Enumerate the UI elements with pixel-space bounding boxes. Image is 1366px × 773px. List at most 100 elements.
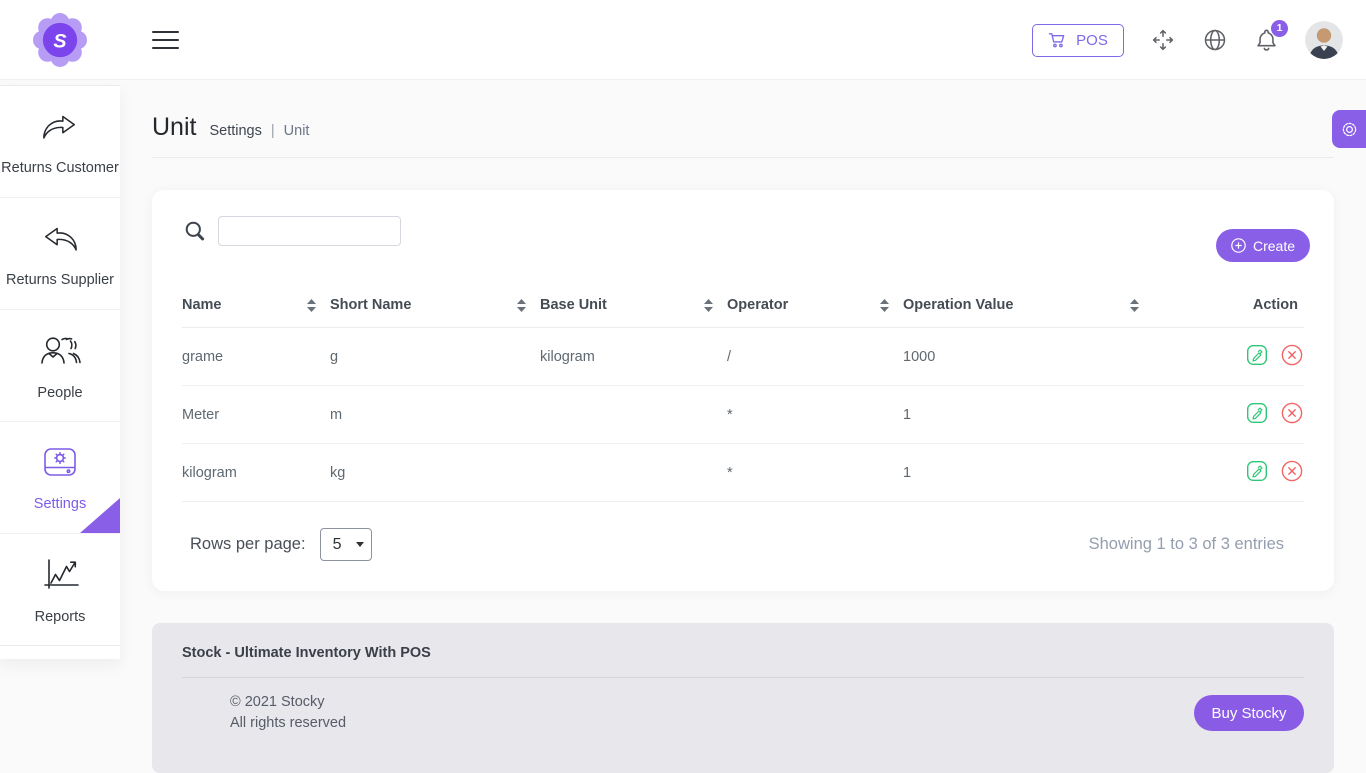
edit-pencil-icon xyxy=(1245,459,1269,483)
pos-button[interactable]: POS xyxy=(1032,24,1124,57)
cart-icon xyxy=(1048,31,1067,49)
page-footer: Stock - Ultimate Inventory With POS © 20… xyxy=(152,623,1334,773)
delete-button[interactable] xyxy=(1273,401,1304,428)
cell-name: Meter xyxy=(182,386,330,444)
cell-operator: * xyxy=(727,386,903,444)
app-logo[interactable]: S xyxy=(33,13,87,67)
breadcrumb-section: Settings xyxy=(209,123,261,139)
edit-button[interactable] xyxy=(1238,401,1269,428)
delete-x-icon xyxy=(1280,343,1304,367)
header-actions: POS xyxy=(1032,0,1366,80)
cell-operation-value: 1000 xyxy=(903,328,1153,386)
column-header-action: Action xyxy=(1153,293,1304,328)
table-row: Meter m * 1 xyxy=(182,386,1304,444)
sort-icon xyxy=(880,299,889,312)
cell-operator: * xyxy=(727,444,903,502)
edit-pencil-icon xyxy=(1245,343,1269,367)
cell-name: kilogram xyxy=(182,444,330,502)
column-header-name[interactable]: Name xyxy=(182,293,330,328)
column-header-operation-value[interactable]: Operation Value xyxy=(903,293,1153,328)
sidebar-item-people[interactable]: People xyxy=(0,310,120,422)
globe-icon xyxy=(1202,27,1228,53)
sidebar-item-reports[interactable]: Reports xyxy=(0,534,120,646)
sidebar-item-label: Returns Customer xyxy=(1,160,119,176)
sort-icon xyxy=(517,299,526,312)
people-icon xyxy=(36,331,84,376)
head-divider xyxy=(152,157,1334,158)
page-title: Unit xyxy=(152,113,196,142)
page-head: Unit Settings | Unit xyxy=(152,113,1334,142)
rights-text: All rights reserved xyxy=(230,713,346,734)
delete-x-icon xyxy=(1280,401,1304,425)
customizer-toggle-button[interactable] xyxy=(1332,110,1366,148)
delete-button[interactable] xyxy=(1273,343,1304,370)
sidebar-item-returns-supplier[interactable]: Returns Supplier xyxy=(0,198,120,310)
sidebar-item-label: People xyxy=(37,385,82,401)
table-row: grame g kilogram / 1000 xyxy=(182,328,1304,386)
unit-table-card: Create Name Short Name xyxy=(152,190,1334,591)
edit-button[interactable] xyxy=(1238,459,1269,486)
plus-icon xyxy=(1231,238,1246,253)
sort-icon xyxy=(1130,299,1139,312)
table-footer: Rows per page: 5 Showing 1 to 3 of 3 ent… xyxy=(182,528,1304,561)
top-header: S POS xyxy=(0,0,1366,80)
gear-icon xyxy=(1340,120,1359,139)
active-corner-triangle xyxy=(80,498,120,533)
rows-per-page-select[interactable]: 5 xyxy=(320,528,372,561)
notification-count-badge: 1 xyxy=(1271,20,1288,37)
search-icon xyxy=(184,220,206,242)
column-header-base-unit[interactable]: Base Unit xyxy=(540,293,727,328)
breadcrumb-separator: | xyxy=(271,123,275,139)
menu-toggle-icon[interactable] xyxy=(152,31,179,49)
logo-letter: S xyxy=(53,30,66,52)
user-avatar[interactable] xyxy=(1305,21,1343,59)
sidebar-item-label: Settings xyxy=(34,496,86,512)
pos-button-label: POS xyxy=(1076,32,1108,49)
copyright-block: © 2021 Stocky All rights reserved xyxy=(230,692,346,734)
footer-divider xyxy=(182,677,1304,678)
create-button-label: Create xyxy=(1253,238,1295,254)
delete-button[interactable] xyxy=(1273,459,1304,486)
showing-entries-text: Showing 1 to 3 of 3 entries xyxy=(1089,535,1284,554)
settings-box-icon xyxy=(37,444,83,487)
returns-supplier-icon xyxy=(37,220,83,263)
cell-operator: / xyxy=(727,328,903,386)
create-button[interactable]: Create xyxy=(1216,229,1310,262)
fullscreen-button[interactable] xyxy=(1150,27,1176,53)
language-button[interactable] xyxy=(1202,27,1228,53)
column-header-short-name[interactable]: Short Name xyxy=(330,293,540,328)
cell-short-name: g xyxy=(330,328,540,386)
delete-x-icon xyxy=(1280,459,1304,483)
notifications-button[interactable]: 1 xyxy=(1254,27,1279,54)
sort-icon xyxy=(704,299,713,312)
cell-operation-value: 1 xyxy=(903,444,1153,502)
table-header-row: Name Short Name Base Unit Operator xyxy=(182,293,1304,328)
footer-title: Stock - Ultimate Inventory With POS xyxy=(182,645,1304,661)
cell-operation-value: 1 xyxy=(903,386,1153,444)
table-toolbar xyxy=(182,214,1304,247)
sidebar-item-settings[interactable]: Settings xyxy=(0,422,120,534)
breadcrumb-current[interactable]: Unit xyxy=(284,123,310,139)
line-chart-icon xyxy=(37,555,83,600)
edit-button[interactable] xyxy=(1238,343,1269,370)
expand-arrows-icon xyxy=(1150,27,1176,53)
copyright-text: © 2021 Stocky xyxy=(230,692,346,713)
sidebar-nav: Returns Customer Returns Supplier People xyxy=(0,85,120,659)
returns-customer-icon xyxy=(37,108,83,151)
sort-icon xyxy=(307,299,316,312)
cell-name: grame xyxy=(182,328,330,386)
rows-per-page-label: Rows per page: xyxy=(190,535,306,554)
cell-short-name: m xyxy=(330,386,540,444)
cell-base-unit xyxy=(540,444,727,502)
search-input[interactable] xyxy=(218,216,401,246)
cell-base-unit: kilogram xyxy=(540,328,727,386)
sidebar-item-label: Reports xyxy=(35,609,86,625)
sidebar-item-returns-customer[interactable]: Returns Customer xyxy=(0,86,120,198)
cell-short-name: kg xyxy=(330,444,540,502)
column-header-operator[interactable]: Operator xyxy=(727,293,903,328)
table-row: kilogram kg * 1 xyxy=(182,444,1304,502)
buy-stocky-button[interactable]: Buy Stocky xyxy=(1194,695,1304,731)
edit-pencil-icon xyxy=(1245,401,1269,425)
cell-base-unit xyxy=(540,386,727,444)
breadcrumb: Settings | Unit xyxy=(209,123,309,139)
